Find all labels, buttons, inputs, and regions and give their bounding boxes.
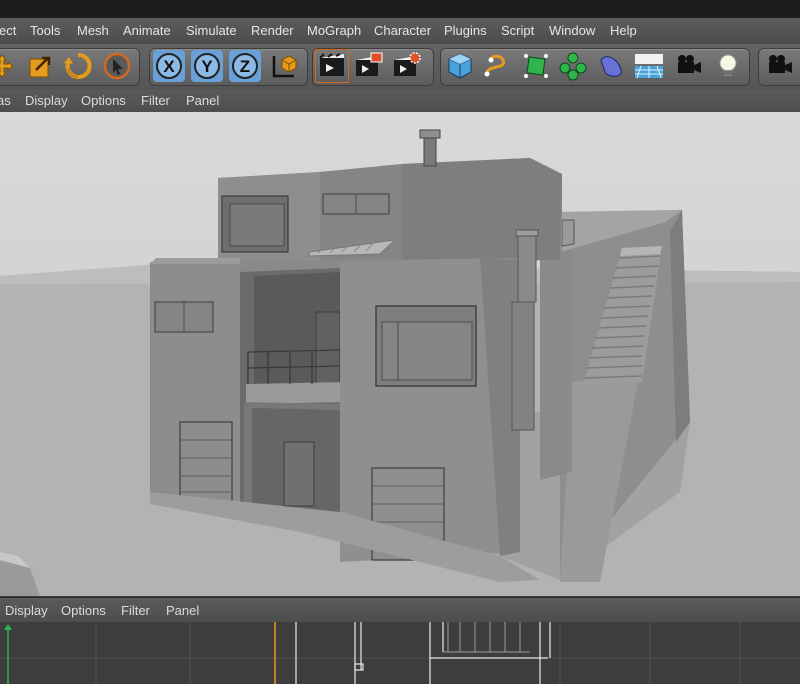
deformer-icon[interactable] [595,50,627,82]
camera-icon[interactable] [673,50,705,82]
viewport-menu-bar: as Display Options Filter Panel [0,90,800,113]
scale-icon[interactable] [24,50,56,82]
menu-mesh[interactable]: Mesh [77,23,109,38]
axis-z-icon[interactable]: Z [229,50,261,82]
rotate-icon[interactable] [62,50,94,82]
light-icon[interactable] [712,50,744,82]
menu-script[interactable]: Script [501,23,534,38]
lower-menu-panel[interactable]: Panel [166,603,199,618]
axis-y-icon[interactable]: Y [191,50,223,82]
coordinate-system-icon[interactable] [268,50,300,82]
viewport-menu-display[interactable]: Display [25,93,68,108]
mograph-cloner-icon[interactable] [557,50,589,82]
menu-animate[interactable]: Animate [123,23,171,38]
render-view-icon[interactable] [315,49,349,83]
command-toolbar: X Y Z [0,44,800,91]
spline-icon[interactable] [481,50,513,82]
lower-menu-options[interactable]: Options [61,603,106,618]
menu-tools[interactable]: Tools [30,23,60,38]
viewport-menu-options[interactable]: Options [81,93,126,108]
svg-text:Y: Y [201,57,213,76]
house-wireframe [295,622,551,684]
lower-menu-display[interactable]: Display [5,603,48,618]
menu-mograph[interactable]: MoGraph [307,23,361,38]
window-top-strip [0,0,800,18]
nurbs-icon[interactable] [520,50,552,82]
menu-object[interactable]: ect [0,23,16,38]
move-icon[interactable] [0,50,18,82]
menu-help[interactable]: Help [610,23,637,38]
3d-viewport[interactable] [0,112,800,596]
select-arrow-icon[interactable] [101,50,133,82]
menu-character[interactable]: Character [374,23,431,38]
viewport-menu-filter[interactable]: Filter [141,93,170,108]
svg-text:X: X [163,57,175,76]
lower-viewport-menu-bar: Display Options Filter Panel [0,597,800,623]
menu-window[interactable]: Window [549,23,595,38]
menu-plugins[interactable]: Plugins [444,23,487,38]
main-menu-bar: ect Tools Mesh Animate Simulate Render M… [0,18,800,45]
camera-icon-2[interactable] [764,50,796,82]
lower-viewport-grid[interactable] [0,622,800,684]
house-upper-floor [218,129,562,262]
house-render [0,129,800,596]
svg-text:Z: Z [240,57,250,76]
viewport-menu-panel[interactable]: Panel [186,93,219,108]
floor-icon[interactable] [633,50,665,82]
cube-icon[interactable] [444,50,476,82]
axis-x-icon[interactable]: X [153,50,185,82]
render-settings-icon[interactable] [391,50,423,82]
menu-simulate[interactable]: Simulate [186,23,237,38]
menu-render[interactable]: Render [251,23,294,38]
lower-menu-filter[interactable]: Filter [121,603,150,618]
viewport-menu-cameras[interactable]: as [0,93,11,108]
render-region-icon[interactable] [353,50,385,82]
